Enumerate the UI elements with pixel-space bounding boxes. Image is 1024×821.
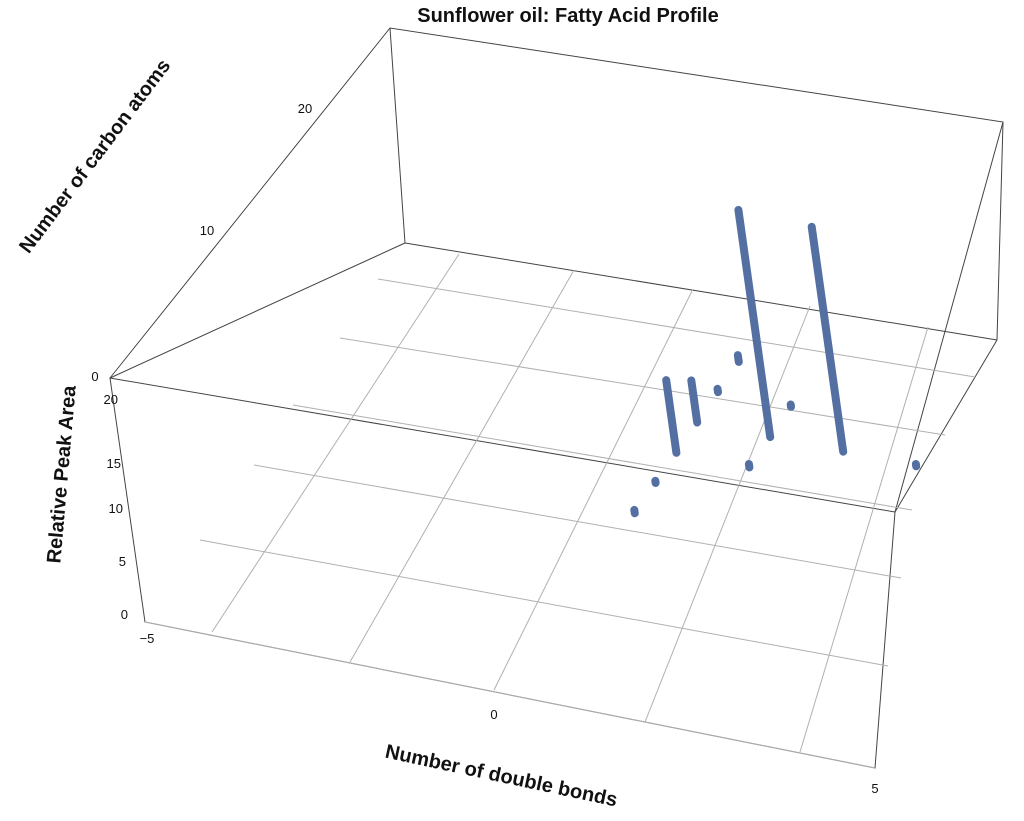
z-tick-label: 0: [121, 607, 128, 622]
bar: [630, 505, 639, 518]
y-tick-label: 10: [200, 223, 214, 238]
z-tick-label: 15: [107, 456, 121, 471]
bar: [713, 384, 722, 397]
box-bottom-face: [109, 377, 896, 769]
box-left-floor-edge: [109, 242, 406, 379]
chart-title: Sunflower oil: Fatty Acid Profile: [417, 5, 719, 27]
bar: [687, 376, 702, 427]
chart-3d-bar: Sunflower oil: Fatty Acid Profile −5 0 5…: [15, 5, 1004, 812]
bar: [744, 460, 754, 472]
x-axis-label: Number of double bonds: [383, 741, 619, 812]
plot-box: [109, 27, 1004, 769]
z-tick-label: 10: [109, 501, 123, 516]
x-tick-label: 0: [490, 707, 497, 722]
bar: [807, 222, 848, 456]
y-ticks: 0 10 20: [91, 101, 312, 384]
x-tick-label: −5: [140, 631, 155, 646]
z-ticks: 0 5 10 15 20: [104, 392, 128, 622]
box-back-edge-right: [996, 121, 1004, 341]
box-right-floor-edge: [894, 339, 998, 513]
z-axis-label: Relative Peak Area: [43, 384, 81, 564]
box-back-edge-left: [389, 27, 406, 244]
y-tick-label: 20: [298, 101, 312, 116]
box-back-floor-edge: [404, 242, 998, 341]
bar: [662, 376, 681, 457]
box-top-edges: [109, 27, 1004, 513]
z-tick-label: 20: [104, 392, 118, 407]
y-tick-label: 0: [91, 369, 98, 384]
floor-grid: [144, 253, 976, 769]
bar: [733, 351, 743, 366]
x-tick-label: 5: [871, 781, 878, 796]
z-tick-label: 5: [119, 554, 126, 569]
y-axis-label: Number of carbon atoms: [15, 55, 175, 257]
